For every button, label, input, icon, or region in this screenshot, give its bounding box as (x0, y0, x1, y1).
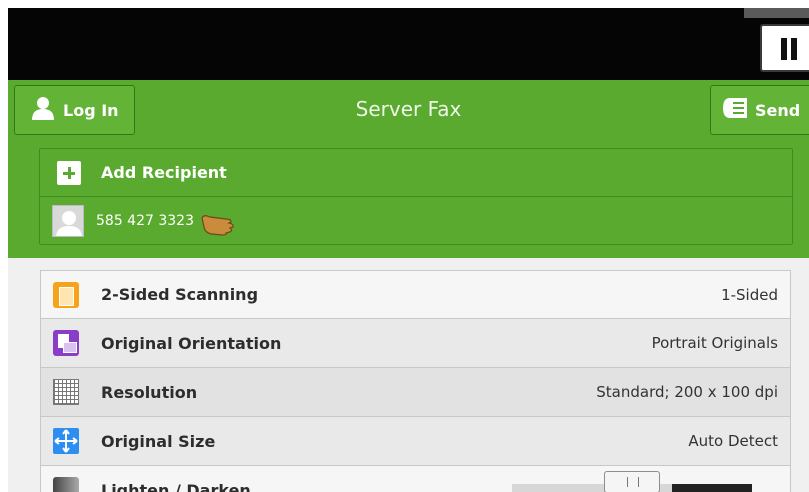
setting-original-orientation[interactable]: Original Orientation Portrait Originals (40, 319, 791, 368)
setting-label: 2-Sided Scanning (101, 285, 259, 304)
status-bar (8, 8, 809, 80)
send-button[interactable]: Send (710, 85, 809, 135)
page-title: Server Fax (355, 97, 462, 121)
setting-label: Resolution (101, 382, 198, 402)
slider-handle[interactable] (604, 471, 660, 492)
pause-button[interactable] (760, 24, 809, 72)
setting-value: 1-Sided (721, 285, 778, 304)
setting-two-sided-scanning[interactable]: 2-Sided Scanning 1-Sided (40, 270, 791, 319)
fax-send-icon (723, 98, 747, 122)
recipient-list: Add Recipient 585 427 3323 (39, 148, 793, 245)
status-indicator (744, 8, 809, 18)
recipient-fax-number: 585 427 3323 (96, 212, 194, 229)
add-recipient-label: Add Recipient (101, 163, 227, 182)
send-label: Send (755, 100, 801, 120)
setting-resolution[interactable]: Resolution Standard; 200 x 100 dpi (40, 368, 791, 417)
pause-icon (781, 38, 787, 60)
contact-avatar-icon (52, 204, 84, 237)
setting-original-size[interactable]: Original Size Auto Detect (40, 417, 791, 466)
fax-header-panel: Log In Server Fax Send Add Recipient 585… (8, 80, 809, 258)
setting-label: Original Orientation (101, 333, 282, 353)
recipient-entry[interactable]: 585 427 3323 (40, 197, 792, 244)
add-recipient-button[interactable]: Add Recipient (40, 149, 792, 197)
setting-value: Auto Detect (688, 432, 778, 450)
setting-label: Original Size (101, 431, 216, 451)
setting-value: Portrait Originals (651, 334, 778, 352)
plus-icon (57, 160, 81, 185)
two-sided-scan-icon (53, 281, 79, 308)
orientation-icon (53, 330, 79, 356)
resolution-grid-icon (53, 379, 79, 405)
pointing-hand-icon (200, 212, 238, 240)
original-size-icon (53, 428, 79, 454)
top-margin (0, 0, 809, 8)
settings-list: 2-Sided Scanning 1-Sided Original Orient… (40, 270, 791, 492)
lighten-darken-icon (53, 477, 79, 492)
setting-value: Standard; 200 x 100 dpi (596, 383, 778, 401)
